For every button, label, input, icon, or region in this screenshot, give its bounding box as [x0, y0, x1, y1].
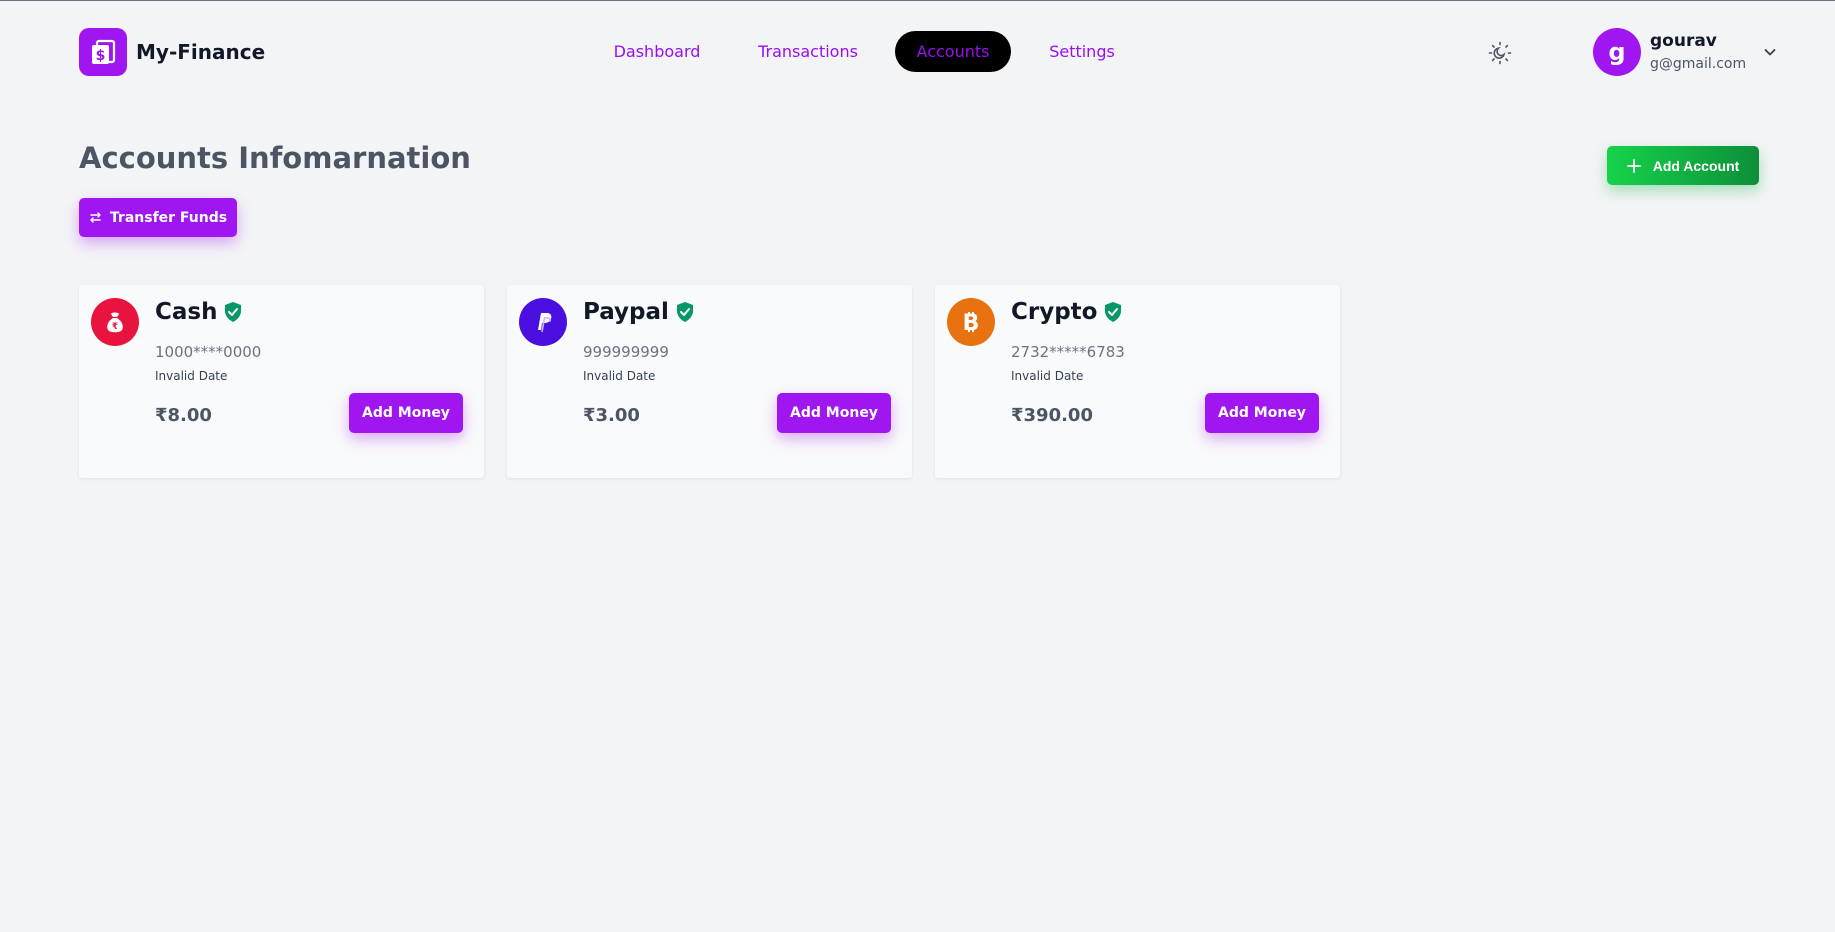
account-balance: ₹390.00 [1011, 405, 1093, 426]
cash-icon: ₹ [91, 298, 139, 346]
verified-shield-icon [1105, 302, 1122, 322]
account-name: Paypal [583, 299, 695, 325]
nav-accounts[interactable]: Accounts [895, 31, 1011, 72]
bitcoin-icon: B [947, 298, 995, 346]
account-number: 1000****0000 [155, 343, 262, 361]
account-date: Invalid Date [1011, 369, 1084, 383]
account-card-paypal: Paypal 999999999 Invalid Date ₹3.00 Add … [507, 285, 912, 478]
account-name-text: Cash [155, 299, 218, 325]
user-email: g@gmail.com [1650, 56, 1747, 72]
account-number: 2732*****6783 [1011, 343, 1125, 361]
paypal-icon [519, 298, 567, 346]
account-date: Invalid Date [583, 369, 656, 383]
top-navbar: $ My-Finance Dashboard Transactions Acco… [0, 1, 1835, 101]
account-number: 999999999 [583, 343, 669, 361]
transfer-funds-label: Transfer Funds [109, 209, 228, 226]
nav-settings[interactable]: Settings [1036, 31, 1128, 72]
plus-icon [1626, 158, 1641, 173]
account-name: Crypto [1011, 299, 1123, 325]
add-money-button[interactable]: Add Money [349, 393, 463, 433]
account-balance: ₹3.00 [583, 405, 640, 426]
nav-dashboard[interactable]: Dashboard [605, 31, 709, 72]
verified-shield-icon [676, 302, 693, 322]
add-money-button[interactable]: Add Money [1205, 393, 1319, 433]
account-date: Invalid Date [155, 369, 228, 383]
avatar[interactable]: g [1593, 28, 1641, 76]
svg-text:B: B [963, 311, 980, 336]
account-name: Cash [155, 299, 243, 325]
main-nav: Dashboard Transactions Accounts Settings [0, 31, 1835, 72]
nav-transactions[interactable]: Transactions [746, 31, 870, 72]
account-name-text: Crypto [1011, 299, 1098, 325]
account-balance: ₹8.00 [155, 405, 212, 426]
page-title: Accounts Infomarnation [79, 141, 471, 175]
verified-shield-icon [225, 302, 242, 322]
account-card-crypto: B Crypto 2732*****6783 Invalid Date ₹390… [935, 285, 1340, 478]
account-card-cash: ₹ Cash 1000****0000 Invalid Date ₹8.00 A… [79, 285, 484, 478]
chevron-down-icon[interactable] [1762, 44, 1778, 60]
svg-text:₹: ₹ [112, 322, 118, 332]
user-menu[interactable]: g gourav g@gmail.com [1593, 28, 1778, 76]
add-account-label: Add Account [1652, 157, 1740, 174]
transfer-arrows-icon [90, 212, 101, 223]
theme-toggle-icon[interactable] [1487, 40, 1513, 66]
user-name: gourav [1650, 31, 1717, 51]
user-info: gourav g@gmail.com [1650, 29, 1750, 75]
transfer-funds-button[interactable]: Transfer Funds [79, 198, 237, 237]
account-name-text: Paypal [583, 299, 669, 325]
add-account-button[interactable]: Add Account [1607, 146, 1759, 185]
add-money-button[interactable]: Add Money [777, 393, 891, 433]
